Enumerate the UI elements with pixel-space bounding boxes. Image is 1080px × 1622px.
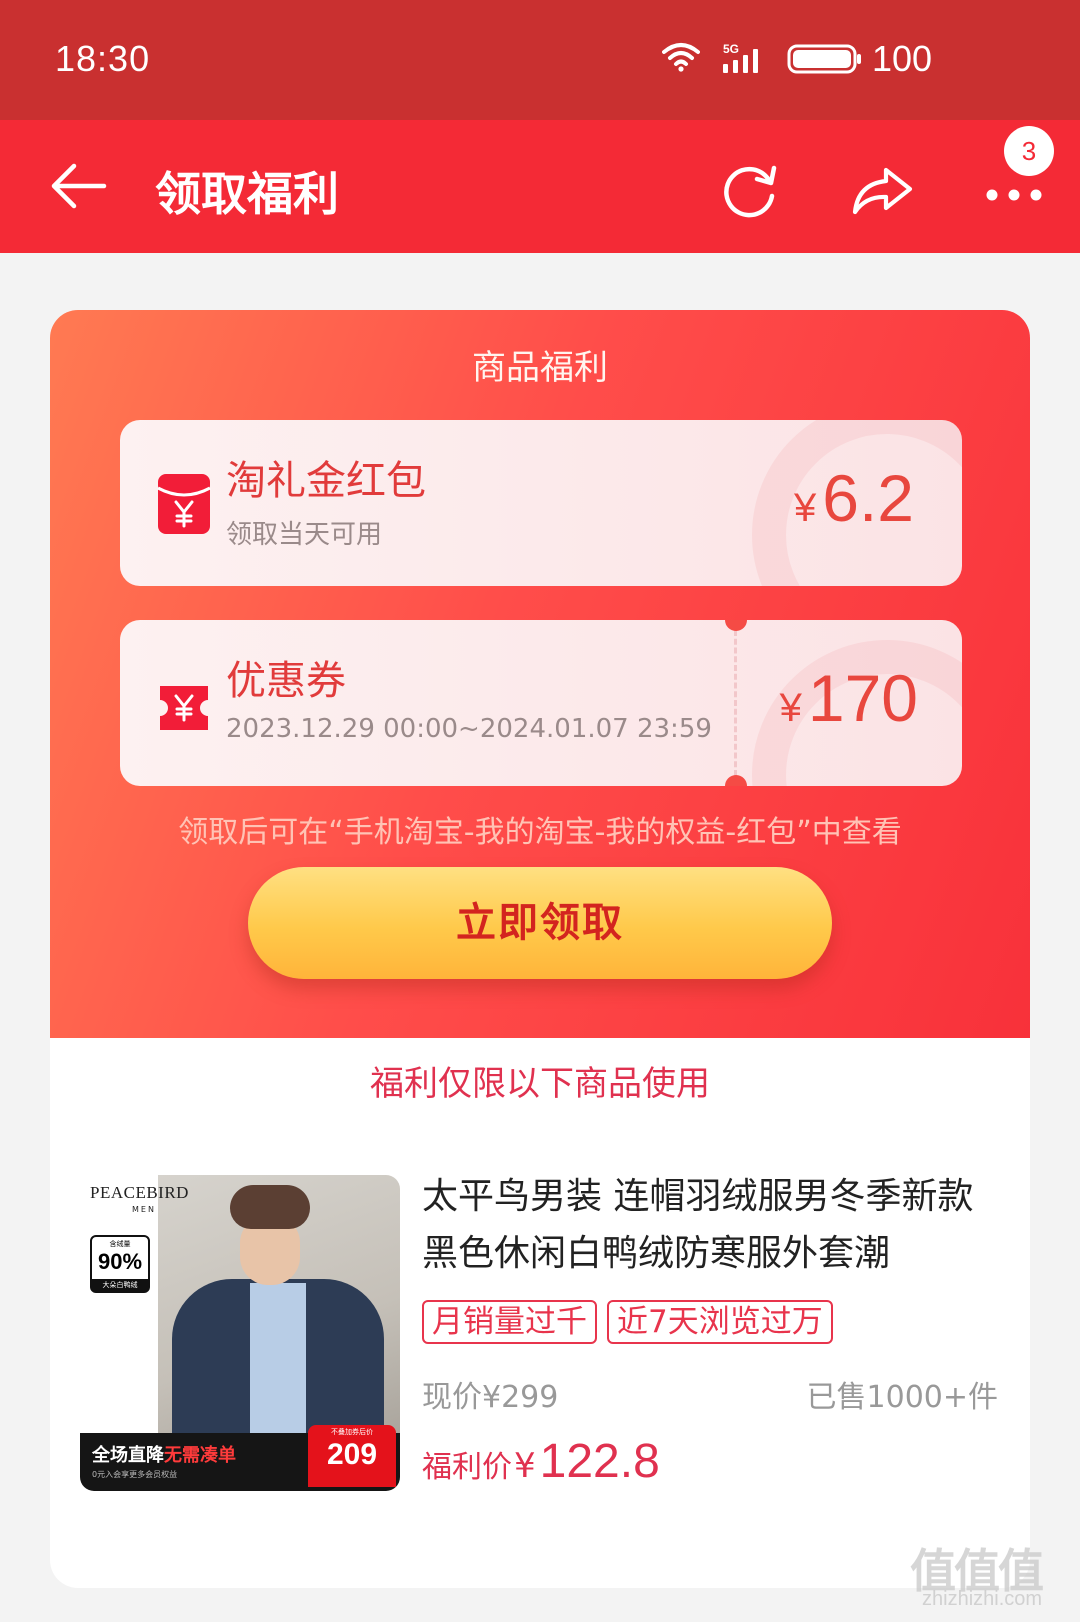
benefit-item-red-envelope: 淘礼金红包 领取当天可用 ¥6.2 — [120, 420, 962, 586]
benefit-name: 淘礼金红包 — [226, 458, 426, 504]
section-title: 商品福利 — [472, 348, 608, 388]
badge-bottom-text: 大朵白鸭绒 — [92, 1279, 148, 1291]
benefit-price: 福利价¥122.8 — [422, 1434, 660, 1489]
signal-icon — [723, 49, 758, 73]
notification-badge[interactable]: 3 — [1004, 126, 1054, 176]
benefit-name: 优惠券 — [226, 658, 346, 704]
product-tags: 月销量过千 近7天浏览过万 — [422, 1300, 833, 1344]
product-photo-shirt — [250, 1283, 306, 1433]
benefit-price-value: 122.8 — [539, 1435, 660, 1488]
watermark-url: zhizhizhi.com — [922, 1588, 1043, 1610]
red-envelope-icon — [157, 474, 211, 534]
product-tag: 近7天浏览过万 — [607, 1300, 833, 1344]
wifi-icon — [662, 43, 700, 72]
refresh-icon[interactable] — [720, 162, 782, 218]
coupon-icon — [160, 686, 208, 730]
benefit-amount: ¥170 — [780, 660, 918, 736]
coupon-notch-bottom — [725, 775, 747, 786]
more-icon[interactable] — [984, 180, 1044, 210]
coupon-validity: 2023.12.29 00:00~2024.01.07 23:59 — [226, 714, 712, 744]
current-price: 现价¥299 — [422, 1372, 558, 1416]
claim-hint: 领取后可在“手机淘宝-我的淘宝-我的权益-红包”中查看 — [178, 815, 902, 850]
benefit-item-coupon: 优惠券 2023.12.29 00:00~2024.01.07 23:59 ¥1… — [120, 620, 962, 786]
image-price-tag: 不叠加券后价 209 — [308, 1425, 396, 1487]
promo-highlight: 无需凑单 — [164, 1445, 236, 1466]
status-time: 18:30 — [55, 38, 151, 79]
brand-logo: PEACEBIRD — [90, 1183, 189, 1202]
promo-text: 全场直降 — [92, 1445, 164, 1466]
amount-value: 170 — [807, 661, 918, 735]
promo-banner-sub: 0元入会享更多会员权益 — [92, 1470, 178, 1479]
product-photo-hair — [230, 1185, 310, 1229]
benefit-header-panel: 商品福利 淘礼金红包 领取当天可用 ¥6.2 优惠券 2023.12.29 00… — [50, 310, 1030, 1038]
share-icon[interactable] — [850, 162, 914, 218]
product-title[interactable]: 太平鸟男装 连帽羽绒服男冬季新款黑色休闲白鸭绒防寒服外套潮 — [422, 1168, 1002, 1282]
coupon-notch-top — [725, 620, 747, 631]
benefit-amount: ¥6.2 — [794, 460, 914, 536]
battery-level: 100 — [872, 38, 933, 79]
product-image[interactable]: PEACEBIRD MEN 含绒量 90% 大朵白鸭绒 全场直降无需凑单 0元入… — [80, 1175, 400, 1491]
price-tag-label: 不叠加券后价 — [331, 1428, 373, 1436]
current-price-label: 现价 — [422, 1380, 482, 1415]
coupon-divider — [734, 630, 737, 776]
back-arrow-icon[interactable] — [48, 160, 108, 212]
product-limit-title: 福利仅限以下商品使用 — [370, 1064, 710, 1104]
benefit-card: 商品福利 淘礼金红包 领取当天可用 ¥6.2 优惠券 2023.12.29 00… — [50, 310, 1030, 1588]
benefit-subtitle: 领取当天可用 — [226, 520, 383, 550]
benefit-price-currency: ¥ — [514, 1446, 536, 1486]
down-content-badge: 含绒量 90% 大朵白鸭绒 — [90, 1235, 150, 1293]
brand-sub: MEN — [132, 1205, 156, 1214]
current-price-value: ¥299 — [482, 1380, 559, 1415]
currency-symbol: ¥ — [794, 486, 817, 530]
currency-symbol: ¥ — [779, 686, 802, 730]
nav-bar: 领取福利 — [0, 120, 1080, 253]
sold-count: 已售1000+件 — [806, 1380, 998, 1415]
battery-icon — [787, 44, 861, 74]
claim-now-button[interactable]: 立即领取 — [248, 867, 832, 979]
badge-top-text: 含绒量 — [109, 1240, 131, 1248]
status-bar: 18:30 5G 100 — [0, 0, 1080, 120]
page-title: 领取福利 — [155, 167, 339, 221]
benefit-price-label: 福利价 — [422, 1450, 512, 1485]
product-tag: 月销量过千 — [422, 1300, 597, 1344]
price-tag-value: 209 — [326, 1438, 378, 1471]
promo-banner-title: 全场直降无需凑单 — [92, 1441, 236, 1467]
amount-value: 6.2 — [822, 461, 914, 535]
badge-value: 90% — [97, 1249, 143, 1274]
